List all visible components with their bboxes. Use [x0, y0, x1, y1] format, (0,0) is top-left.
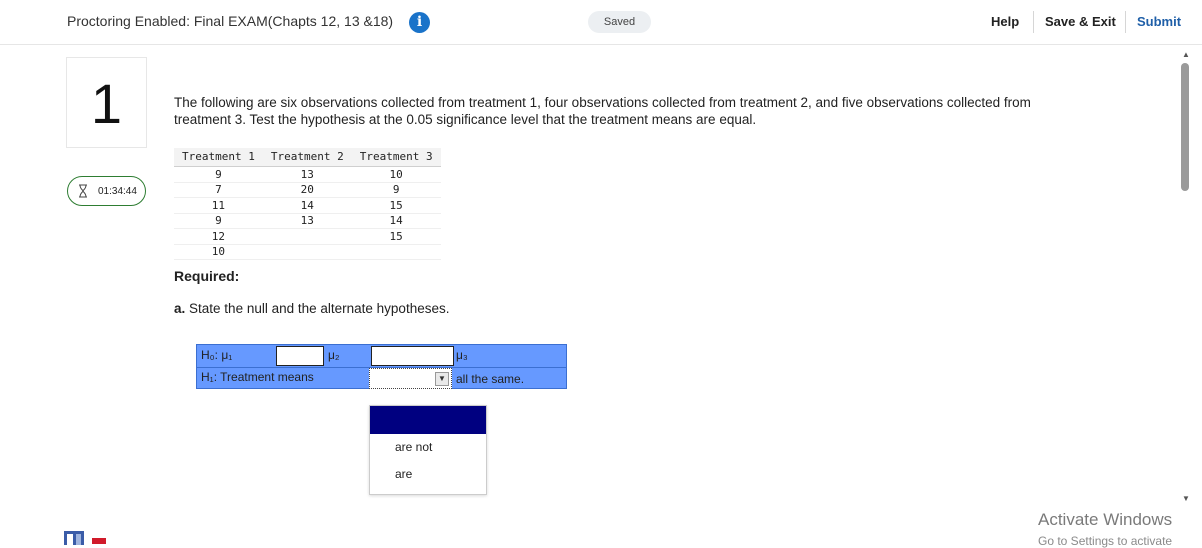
- table-cell: 9: [174, 213, 263, 229]
- table-cell: 15: [351, 197, 441, 214]
- saved-status-badge: Saved: [588, 11, 651, 33]
- mu3-label: μ₃: [456, 348, 468, 362]
- info-icon[interactable]: i: [409, 12, 430, 33]
- table-row: 9 13 10: [174, 166, 441, 183]
- part-a-letter: a.: [174, 301, 186, 316]
- mu2-label: μ₂: [328, 348, 340, 362]
- app-logo-icon: [64, 531, 106, 545]
- divider: [1125, 11, 1126, 33]
- activate-windows-subtext: Go to Settings to activate: [1038, 534, 1173, 548]
- scrollbar-thumb[interactable]: [1181, 63, 1189, 191]
- hourglass-icon: [79, 184, 87, 198]
- table-cell: [351, 244, 441, 260]
- table-cell: 12: [174, 228, 263, 245]
- dropdown-highlighted-option[interactable]: [370, 406, 486, 434]
- hypotheses-table: H₀: μ₁ μ₂ μ₃ H₁: Treatment means ▼ all t…: [196, 344, 567, 389]
- table-cell: 11: [174, 197, 263, 214]
- question-number: 1: [66, 57, 147, 148]
- table-cell: 14: [351, 213, 441, 229]
- exam-title: Proctoring Enabled: Final EXAM(Chapts 12…: [67, 13, 394, 29]
- question-text: The following are six observations colle…: [174, 95, 1031, 127]
- observations-table: Treatment 1 Treatment 2 Treatment 3 9 13…: [174, 148, 441, 260]
- scroll-down-arrow-icon[interactable]: ▼: [1182, 494, 1190, 503]
- table-row: 12 15: [174, 228, 441, 245]
- table-row: 7 20 9: [174, 182, 441, 198]
- chevron-down-icon[interactable]: ▼: [435, 372, 449, 386]
- table-row: 10: [174, 244, 441, 260]
- table-cell: 15: [351, 228, 441, 245]
- null-hypothesis-input-2[interactable]: [371, 346, 454, 366]
- table-cell: [262, 228, 352, 245]
- column-header: Treatment 2: [262, 148, 352, 167]
- table-cell: 7: [174, 182, 263, 198]
- column-header: Treatment 3: [351, 148, 441, 167]
- table-header-row: Treatment 1 Treatment 2 Treatment 3: [174, 148, 441, 167]
- submit-button[interactable]: Submit: [1137, 14, 1181, 29]
- scroll-up-arrow-icon[interactable]: ▲: [1182, 50, 1190, 59]
- activate-windows-watermark: Activate Windows: [1038, 510, 1173, 529]
- dropdown-option-are[interactable]: are: [395, 467, 412, 481]
- alternate-hypothesis-tail: all the same.: [456, 372, 525, 386]
- table-cell: 10: [351, 166, 441, 183]
- null-hypothesis-label: H₀: μ₁: [201, 348, 233, 362]
- divider: [1033, 11, 1034, 33]
- table-row: 11 14 15: [174, 197, 441, 214]
- table-row: 9 13 14: [174, 213, 441, 229]
- table-cell: 9: [174, 166, 263, 183]
- part-a-text: State the null and the alternate hypothe…: [189, 301, 450, 316]
- table-cell: 9: [351, 182, 441, 198]
- null-hypothesis-input-1[interactable]: [276, 346, 324, 366]
- part-a-prompt: a. State the null and the alternate hypo…: [174, 301, 449, 316]
- table-cell: 20: [262, 182, 352, 198]
- dropdown-option-are-not[interactable]: are not: [395, 440, 432, 454]
- save-exit-button[interactable]: Save & Exit: [1045, 14, 1116, 29]
- timer-text: 01:34:44: [98, 186, 137, 197]
- table-cell: 13: [262, 166, 352, 183]
- table-cell: [262, 244, 352, 260]
- timer-badge: 01:34:44: [67, 176, 146, 206]
- table-cell: 14: [262, 197, 352, 214]
- help-button[interactable]: Help: [991, 14, 1019, 29]
- select-dropdown-menu: are not are: [369, 405, 487, 495]
- column-header: Treatment 1: [174, 148, 263, 167]
- top-bar: Proctoring Enabled: Final EXAM(Chapts 12…: [0, 0, 1202, 45]
- required-heading: Required:: [174, 268, 240, 284]
- table-cell: 13: [262, 213, 352, 229]
- table-cell: 10: [174, 244, 263, 260]
- alternate-hypothesis-label: H₁: Treatment means: [201, 370, 314, 384]
